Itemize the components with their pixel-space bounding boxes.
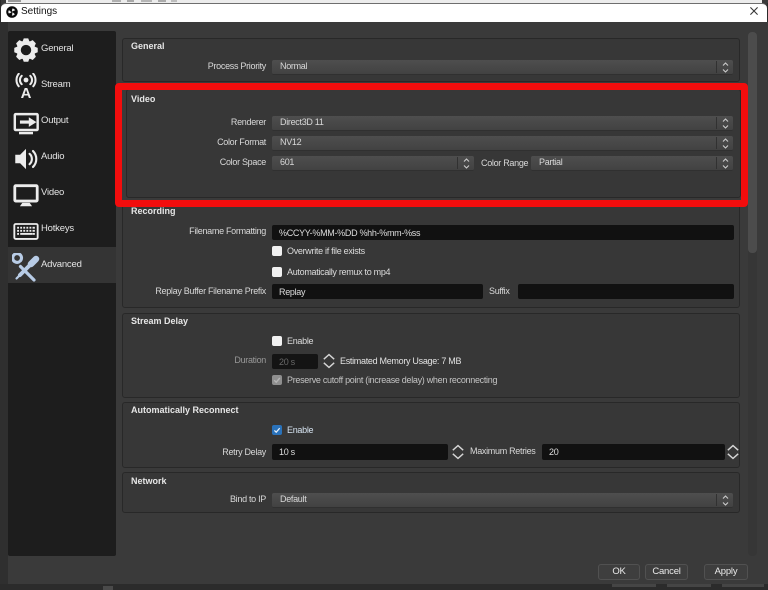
svg-text:A: A: [21, 85, 32, 101]
